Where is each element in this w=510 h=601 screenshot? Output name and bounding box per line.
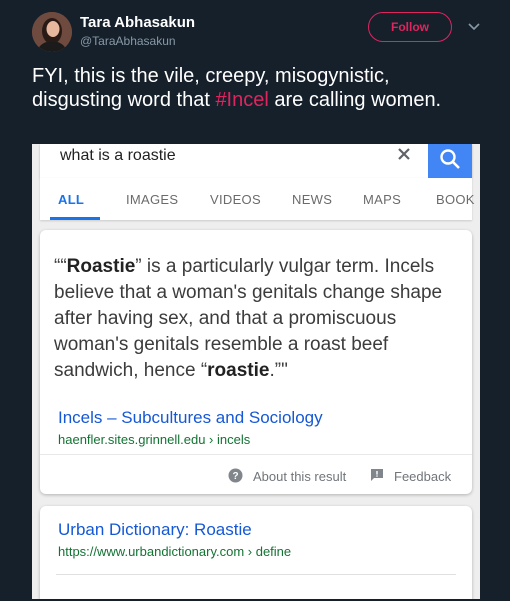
svg-text:?: ? <box>232 471 238 482</box>
search-bar: what is a roastie <box>40 144 472 178</box>
tweet-text-end: are calling women. <box>268 89 442 111</box>
tweet-text: FYI, this is the vile, creepy, misogynis… <box>32 64 472 112</box>
follow-button[interactable]: Follow <box>368 12 452 42</box>
snippet-term: Roastie <box>66 256 136 277</box>
author-handle[interactable]: @TaraAbhasakun <box>80 33 195 49</box>
divider <box>40 454 472 455</box>
chevron-down-icon[interactable] <box>466 18 482 34</box>
source-url[interactable]: haenfler.sites.grinnell.edu › incels <box>58 432 250 448</box>
tab-news[interactable]: NEWS <box>292 192 332 207</box>
result-title-link[interactable]: Urban Dictionary: Roastie <box>58 520 252 540</box>
divider <box>56 574 456 575</box>
featured-snippet-text: ““Roastie” is a particularly vulgar term… <box>54 254 462 384</box>
snippet-open-quote: ““ <box>54 256 67 277</box>
author-name[interactable]: Tara Abhasakun <box>80 14 195 32</box>
search-tabs: ALL IMAGES VIDEOS NEWS MAPS BOOK <box>40 178 475 220</box>
snippet-term-2: roastie <box>207 360 270 381</box>
embedded-screenshot[interactable]: what is a roastie ALL IMAGES VIDEOS NEWS… <box>32 144 480 599</box>
search-icon <box>440 149 460 169</box>
source-title-link[interactable]: Incels – Subcultures and Sociology <box>58 408 323 428</box>
search-button[interactable] <box>428 144 472 178</box>
author-block: Tara Abhasakun @TaraAbhasakun <box>80 14 195 49</box>
about-this-result-link[interactable]: About this result <box>253 469 346 484</box>
close-icon[interactable] <box>396 146 412 162</box>
tab-images[interactable]: IMAGES <box>126 192 178 207</box>
help-icon[interactable]: ? <box>228 468 243 483</box>
tweet-header: Tara Abhasakun @TaraAbhasakun Follow <box>32 12 492 56</box>
hashtag-link[interactable]: #Incel <box>215 89 268 111</box>
featured-snippet-card: ““Roastie” is a particularly vulgar term… <box>40 230 472 494</box>
feedback-icon[interactable] <box>370 468 384 482</box>
result-url[interactable]: https://www.urbandictionary.com › define <box>58 544 291 560</box>
search-input[interactable]: what is a roastie <box>60 146 176 166</box>
active-tab-indicator <box>50 217 100 220</box>
avatar-image <box>32 12 72 52</box>
tab-all[interactable]: ALL <box>58 192 84 207</box>
tab-maps[interactable]: MAPS <box>363 192 401 207</box>
tab-videos[interactable]: VIDEOS <box>210 192 261 207</box>
feedback-link[interactable]: Feedback <box>394 469 451 484</box>
snippet-close-quote: .”" <box>269 360 288 381</box>
tab-books[interactable]: BOOK <box>436 192 475 207</box>
avatar[interactable] <box>32 12 72 52</box>
search-result-card: Urban Dictionary: Roastie https://www.ur… <box>40 506 472 599</box>
